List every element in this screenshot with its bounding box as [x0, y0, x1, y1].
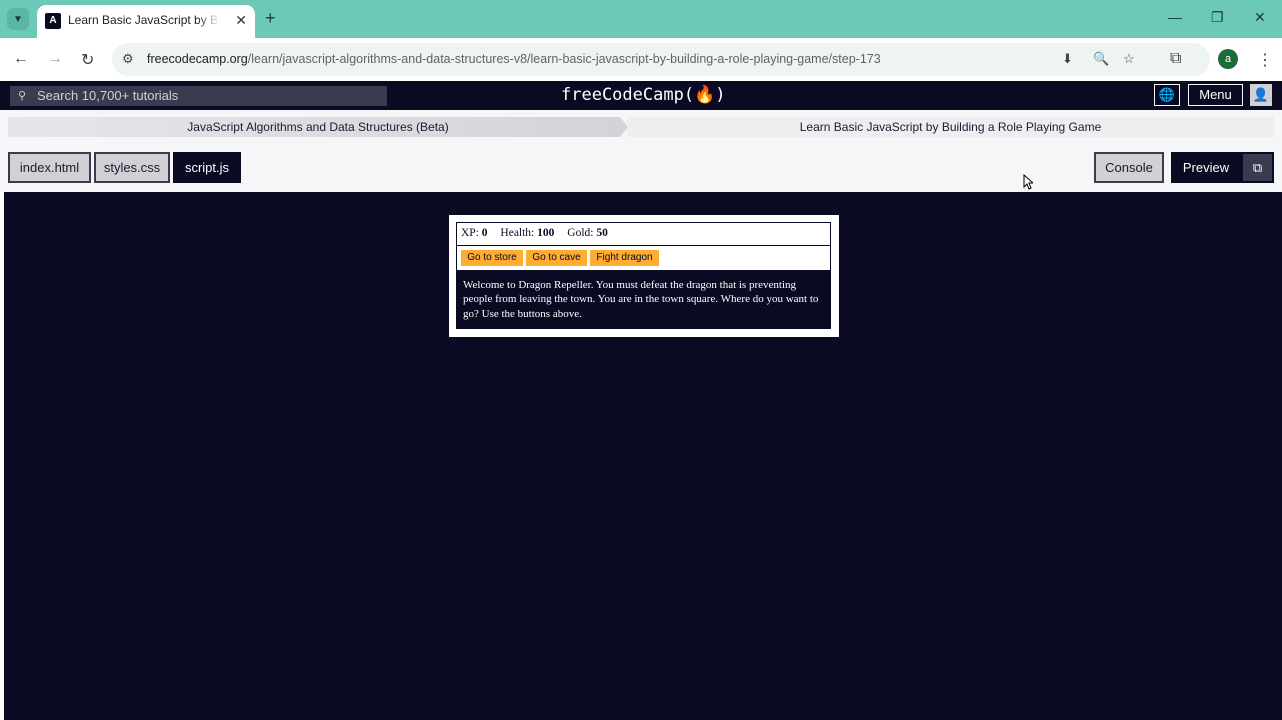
- game-controls: Go to store Go to cave Fight dragon: [456, 245, 831, 271]
- game-container: XP: 0 Health: 100 Gold: 50 Go to store G…: [449, 215, 839, 337]
- close-icon[interactable]: ✕: [235, 12, 247, 29]
- search-input[interactable]: ⚲ Search 10,700+ tutorials: [10, 86, 387, 106]
- mouse-cursor-icon: [1023, 174, 1033, 190]
- back-arrow-icon[interactable]: ←: [13, 50, 29, 68]
- game-stats: XP: 0 Health: 100 Gold: 50: [456, 222, 831, 246]
- tab-styles-css[interactable]: styles.css: [94, 152, 170, 183]
- browser-tabbar: ▼ A Learn Basic JavaScript by Building a…: [0, 0, 1282, 38]
- browser-tab[interactable]: A Learn Basic JavaScript by Building a R…: [37, 5, 255, 38]
- go-to-cave-button[interactable]: Go to cave: [526, 250, 587, 266]
- kebab-menu-icon[interactable]: ⋮: [1257, 50, 1273, 70]
- zoom-icon[interactable]: 🔍: [1093, 51, 1109, 67]
- profile-avatar[interactable]: a: [1218, 49, 1238, 69]
- language-globe-icon[interactable]: 🌐: [1154, 84, 1180, 106]
- menu-button[interactable]: Menu: [1188, 84, 1243, 106]
- gold-stat: Gold: 50: [567, 227, 608, 239]
- user-avatar[interactable]: 👤: [1250, 84, 1272, 106]
- popout-preview-icon[interactable]: ⧉: [1241, 152, 1274, 183]
- url-field[interactable]: ⚙ freecodecamp.org/learn/javascript-algo…: [112, 43, 1210, 76]
- search-icon: ⚲: [18, 90, 27, 102]
- go-to-store-button[interactable]: Go to store: [461, 250, 523, 266]
- site-info-icon[interactable]: ⚙: [122, 51, 134, 67]
- editor-toolbar: JavaScript Algorithms and Data Structure…: [0, 110, 1282, 192]
- tab-script-js[interactable]: script.js: [173, 152, 241, 183]
- tab-index-html[interactable]: index.html: [8, 152, 91, 183]
- console-button[interactable]: Console: [1094, 152, 1164, 183]
- minimize-icon[interactable]: —: [1168, 9, 1182, 25]
- health-stat: Health: 100: [500, 227, 555, 239]
- fcc-logo[interactable]: freeCodeCamp(🔥): [561, 85, 725, 105]
- url-text[interactable]: freecodecamp.org/learn/javascript-algori…: [147, 52, 881, 66]
- freecodecamp-favicon-icon: A: [45, 13, 61, 29]
- bookmark-star-icon[interactable]: ☆: [1123, 51, 1135, 67]
- tab-search-button[interactable]: ▼: [7, 8, 29, 30]
- chevron-down-icon: ▼: [13, 13, 23, 25]
- game-text: Welcome to Dragon Repeller. You must def…: [456, 271, 831, 329]
- extensions-icon[interactable]: ⧉: [1170, 50, 1181, 68]
- breadcrumb-block[interactable]: Learn Basic JavaScript by Building a Rol…: [627, 117, 1274, 137]
- tab-title: Learn Basic JavaScript by Building a Rol…: [68, 13, 220, 27]
- install-app-icon[interactable]: ⬇: [1062, 51, 1073, 67]
- close-window-icon[interactable]: ✕: [1254, 9, 1266, 26]
- preview-button[interactable]: Preview: [1171, 152, 1241, 183]
- search-placeholder: Search 10,700+ tutorials: [37, 88, 179, 103]
- xp-stat: XP: 0: [461, 227, 488, 239]
- forward-arrow-icon[interactable]: →: [47, 50, 63, 68]
- fcc-header: ⚲ Search 10,700+ tutorials freeCodeCamp(…: [0, 81, 1282, 110]
- restore-icon[interactable]: ❐: [1211, 9, 1224, 26]
- new-tab-icon[interactable]: +: [265, 8, 276, 29]
- fight-dragon-button[interactable]: Fight dragon: [590, 250, 659, 266]
- reload-icon[interactable]: ↻: [81, 50, 94, 70]
- address-bar: ← → ↻ ⚙ freecodecamp.org/learn/javascrip…: [0, 38, 1282, 81]
- breadcrumb-superblock[interactable]: JavaScript Algorithms and Data Structure…: [8, 117, 628, 137]
